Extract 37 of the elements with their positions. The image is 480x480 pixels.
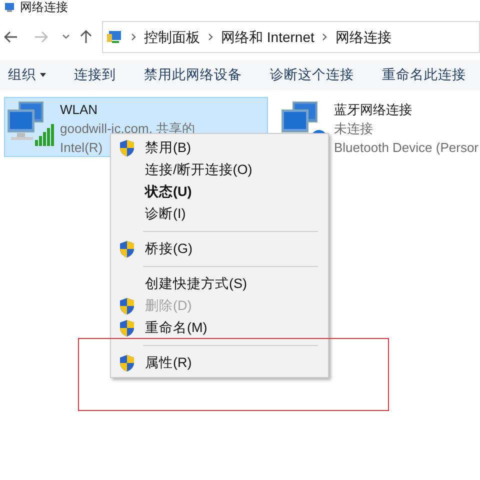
- menu-item[interactable]: 诊断(I): [111, 203, 328, 225]
- toolbar-button[interactable]: 组织: [8, 64, 46, 86]
- address-bar[interactable]: 控制面板 网络和 Internet 网络连接: [102, 21, 480, 53]
- toolbar-button[interactable]: 诊断这个连接: [270, 64, 354, 86]
- chevron-right-icon: [208, 33, 213, 41]
- shield-icon: [119, 354, 135, 372]
- menu-item[interactable]: 连接/断开连接(O): [111, 159, 328, 181]
- up-arrow-icon: [80, 30, 92, 44]
- connection-status: 未连接: [334, 120, 373, 138]
- caret-icon: [40, 73, 46, 77]
- control-panel-icon: [107, 30, 123, 44]
- back-arrow-icon: [4, 31, 18, 43]
- chevron-right-icon: [131, 33, 136, 41]
- window-title: 网络连接: [20, 0, 68, 14]
- menu-item[interactable]: 桥接(G): [111, 238, 328, 260]
- toolbar-button[interactable]: 重命名此连接: [382, 64, 466, 86]
- network-icon: [4, 2, 16, 12]
- connection-name: WLAN: [60, 101, 98, 119]
- shield-icon: [119, 297, 135, 315]
- breadcrumb-item[interactable]: 网络和 Internet: [221, 26, 314, 48]
- connection-device: Intel(R): [60, 139, 103, 157]
- menu-item[interactable]: 属性(R): [111, 352, 328, 374]
- menu-item[interactable]: 状态(U): [111, 181, 328, 203]
- chevron-down-icon: [62, 34, 70, 40]
- breadcrumb-item[interactable]: 网络连接: [335, 26, 392, 48]
- chevron-right-icon: [322, 33, 328, 41]
- shield-icon: [119, 240, 135, 258]
- connection-name: 蓝牙网络连接: [334, 101, 412, 119]
- menu-item[interactable]: 创建快捷方式(S): [111, 273, 328, 295]
- shield-icon: [119, 319, 135, 337]
- toolbar-button[interactable]: 禁用此网络设备: [144, 64, 242, 86]
- forward-arrow-icon: [34, 31, 48, 43]
- shield-icon: [119, 139, 135, 157]
- breadcrumb-item[interactable]: 控制面板: [144, 26, 200, 48]
- toolbar-button[interactable]: 连接到: [74, 64, 116, 86]
- menu-item[interactable]: 重命名(M): [111, 317, 328, 339]
- connection-device: Bluetooth Device (Persor: [334, 139, 479, 157]
